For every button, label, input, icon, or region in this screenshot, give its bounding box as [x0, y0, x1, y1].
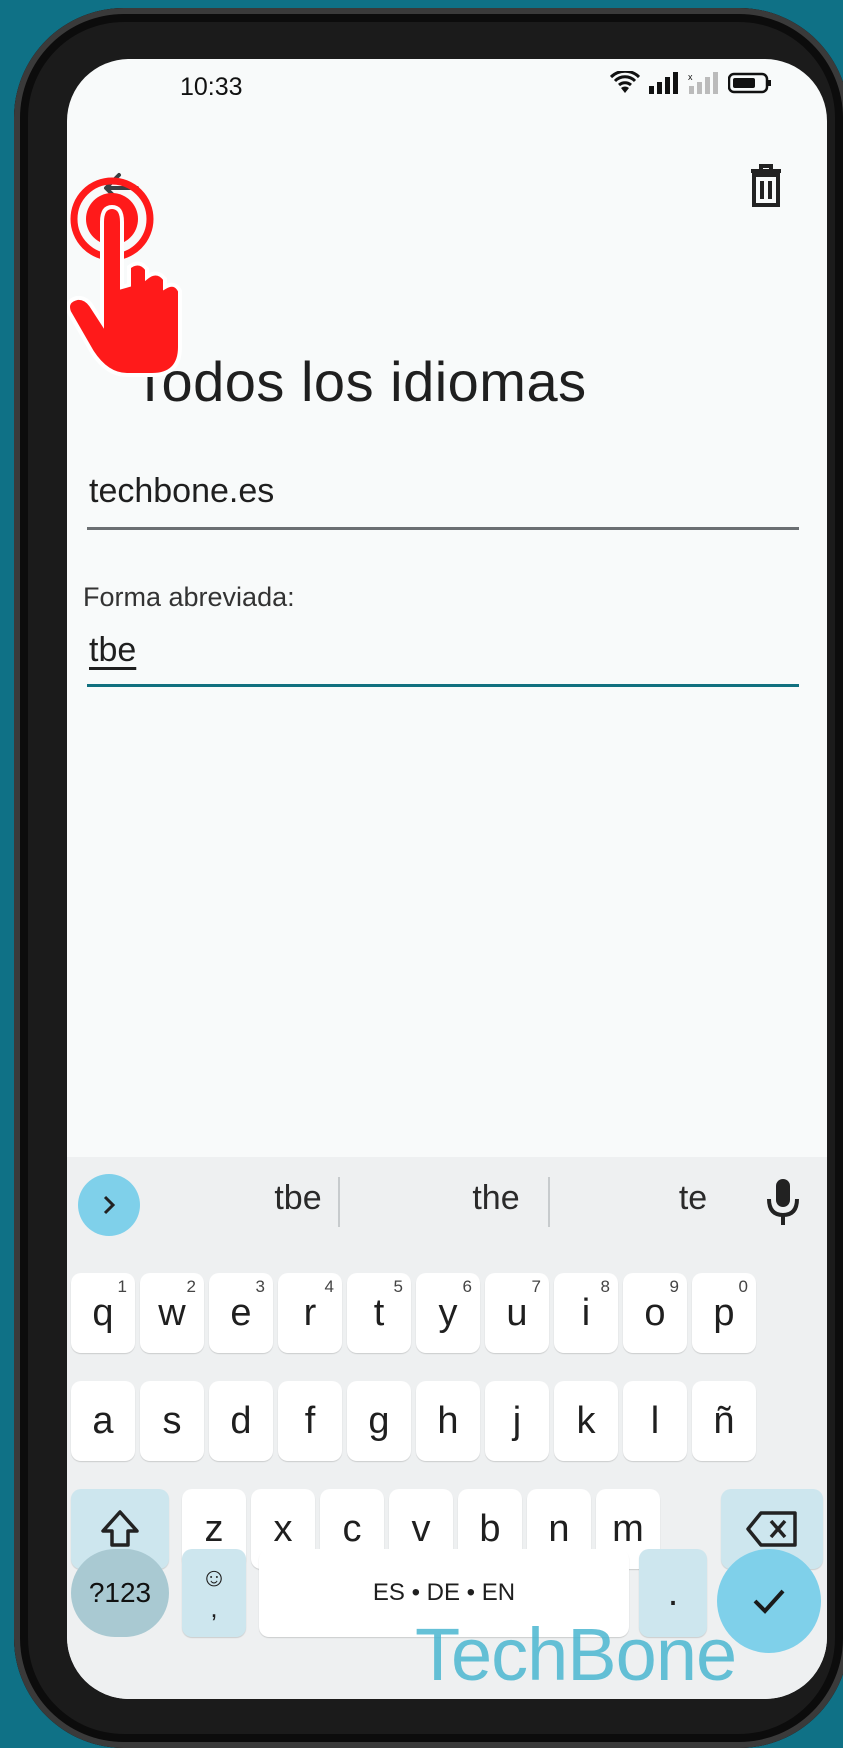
key-ñ-label: ñ: [713, 1399, 735, 1442]
suggestion-divider: [548, 1177, 550, 1227]
page-title: Todos los idiomas: [133, 350, 587, 413]
key-m-label: m: [612, 1507, 644, 1550]
delete-trash-icon[interactable]: [741, 161, 791, 211]
battery-icon: [728, 72, 771, 94]
phrase-input[interactable]: techbone.es: [87, 472, 799, 530]
suggestion-bar: tbe the te: [67, 1157, 827, 1247]
status-bar: 10:33 x: [67, 59, 827, 119]
key-u-hint: 7: [531, 1277, 541, 1296]
key-i-hint: 8: [600, 1277, 610, 1296]
wifi-icon: [610, 71, 640, 93]
key-f[interactable]: f: [278, 1381, 342, 1461]
key-t-label: t: [373, 1291, 385, 1334]
key-h-label: h: [437, 1399, 459, 1442]
key-p-label: p: [713, 1291, 735, 1334]
key-e-label: e: [230, 1291, 252, 1334]
key-o[interactable]: o9: [623, 1273, 687, 1353]
key-o-hint: 9: [669, 1277, 679, 1296]
key-o-label: o: [644, 1291, 666, 1334]
svg-text:x: x: [688, 72, 693, 82]
key-s-label: s: [162, 1399, 182, 1442]
key-s[interactable]: s: [140, 1381, 204, 1461]
shortcut-input[interactable]: tbe: [87, 631, 799, 687]
suggestion-divider: [338, 1177, 340, 1227]
space-key-label: ES • DE • EN: [372, 1579, 516, 1606]
status-icons: x: [610, 71, 772, 95]
key-r-label: r: [303, 1291, 317, 1334]
key-u[interactable]: u7: [485, 1273, 549, 1353]
techbone-watermark: TechBone: [415, 1613, 737, 1696]
key-q[interactable]: q1: [71, 1273, 135, 1353]
shortcut-value[interactable]: tbe: [89, 631, 136, 670]
key-g-label: g: [368, 1399, 390, 1442]
key-l[interactable]: l: [623, 1381, 687, 1461]
key-q-hint: 1: [117, 1277, 127, 1296]
key-w[interactable]: w2: [140, 1273, 204, 1353]
comma-label: ,: [210, 1593, 218, 1623]
key-x-label: x: [273, 1507, 293, 1550]
key-t-hint: 5: [393, 1277, 403, 1296]
signal-no-sim-icon: x: [688, 72, 718, 94]
shortcut-label: Forma abreviada:: [83, 582, 295, 612]
key-j-label: j: [512, 1399, 522, 1442]
key-t[interactable]: t5: [347, 1273, 411, 1353]
tap-hand-icon: [67, 177, 182, 377]
key-r-hint: 4: [324, 1277, 334, 1296]
key-e-hint: 3: [255, 1277, 265, 1296]
key-i[interactable]: i8: [554, 1273, 618, 1353]
chevron-right-icon: [103, 1195, 116, 1215]
key-d-label: d: [230, 1399, 252, 1442]
key-u-label: u: [506, 1291, 528, 1334]
key-j[interactable]: j: [485, 1381, 549, 1461]
key-l-label: l: [650, 1399, 660, 1442]
backspace-icon: [746, 1511, 797, 1547]
key-b-label: b: [479, 1507, 501, 1550]
key-e[interactable]: e3: [209, 1273, 273, 1353]
suggestion-1[interactable]: tbe: [213, 1179, 383, 1218]
key-q-label: q: [92, 1291, 114, 1334]
key-ñ[interactable]: ñ: [692, 1381, 756, 1461]
suggestion-2[interactable]: the: [411, 1179, 581, 1218]
phrase-value[interactable]: techbone.es: [89, 472, 274, 511]
key-f-label: f: [304, 1399, 316, 1442]
phone-frame: 10:33 x Todos los idiomas techbone.es Fo…: [14, 8, 843, 1748]
key-y[interactable]: y6: [416, 1273, 480, 1353]
shift-icon: [101, 1510, 139, 1547]
emoji-icon: ☺: [200, 1562, 228, 1592]
key-w-label: w: [158, 1291, 186, 1334]
key-r[interactable]: r4: [278, 1273, 342, 1353]
key-v-label: v: [411, 1507, 431, 1550]
screen: 10:33 x Todos los idiomas techbone.es Fo…: [67, 59, 827, 1699]
suggestion-3[interactable]: te: [608, 1179, 778, 1218]
key-i-label: i: [581, 1291, 591, 1334]
key-p[interactable]: p0: [692, 1273, 756, 1353]
symbols-key[interactable]: ?123: [71, 1549, 169, 1637]
key-y-hint: 6: [462, 1277, 472, 1296]
key-z-label: z: [204, 1507, 224, 1550]
key-g[interactable]: g: [347, 1381, 411, 1461]
key-a-label: a: [92, 1399, 114, 1442]
period-key-label: .: [667, 1571, 679, 1614]
emoji-comma-key[interactable]: ☺,: [182, 1549, 246, 1637]
key-h[interactable]: h: [416, 1381, 480, 1461]
key-a[interactable]: a: [71, 1381, 135, 1461]
status-time: 10:33: [180, 73, 243, 101]
expand-toolbar-button[interactable]: [78, 1174, 140, 1236]
key-k-label: k: [576, 1399, 596, 1442]
microphone-icon[interactable]: [763, 1177, 803, 1227]
key-y-label: y: [438, 1291, 458, 1334]
key-d[interactable]: d: [209, 1381, 273, 1461]
key-c-label: c: [342, 1507, 362, 1550]
checkmark-icon: [753, 1589, 785, 1614]
key-k[interactable]: k: [554, 1381, 618, 1461]
key-n-label: n: [548, 1507, 570, 1550]
key-w-hint: 2: [186, 1277, 196, 1296]
key-p-hint: 0: [738, 1277, 748, 1296]
signal-icon: [649, 72, 678, 94]
